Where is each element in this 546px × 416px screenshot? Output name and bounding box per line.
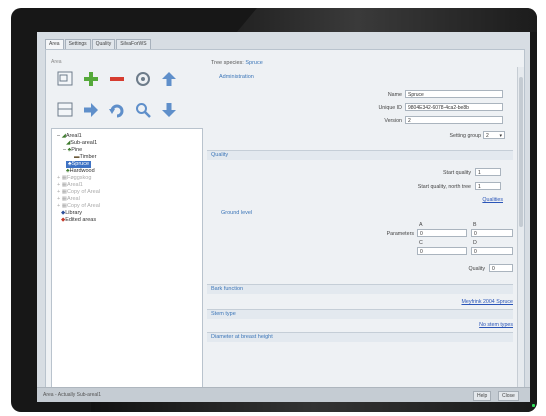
undo-icon[interactable] [107,100,126,119]
stem-type-band [207,309,513,319]
refresh-icon[interactable] [133,69,152,88]
remove-icon[interactable] [107,69,126,88]
col-d-label: D [473,240,477,246]
param-c-field[interactable]: 0 [417,247,467,255]
start-quality-north-field[interactable]: 1 [475,182,501,190]
tree-item-copy-of-areal-2[interactable]: + ▦Copy of Areal [57,203,100,210]
tree-item-hardwood[interactable]: ♣Hardwood [66,168,95,175]
tree-item-pine[interactable]: – ♣Pine [63,147,82,154]
version-label: Version [384,118,402,124]
close-button[interactable]: Close [498,391,519,401]
status-text: Area - Actually Sub-areal1 [43,392,102,398]
chevron-down-icon: ▾ [499,133,502,139]
col-a-label: A [419,222,423,228]
param-d-field[interactable]: 0 [471,247,513,255]
ground-quality-label: Quality [468,266,486,272]
tree-item-library[interactable]: ◆Library [61,210,82,217]
name-field[interactable]: Spruce [405,90,503,98]
start-quality-field[interactable]: 1 [475,168,501,176]
power-led [532,404,535,407]
tab-area[interactable]: Area [45,39,64,49]
parameters-label: Parameters [386,231,414,237]
administration-heading: Administration [219,74,254,80]
monitor-bezel: Area Settings Quality SilvaForWS Area – … [11,8,537,412]
tree-item-copy-of-areal[interactable]: + ▦Copy of Areal [57,189,100,196]
tree-item-timber[interactable]: ▬Timber [74,154,96,161]
stem-type-heading: Stem type [211,311,236,317]
tab-silvaforws[interactable]: SilvaForWS [116,39,151,49]
tree-species-value: Spruce [245,60,263,66]
col-c-label: C [419,240,423,246]
tab-bar: Area Settings Quality SilvaForWS [45,39,152,49]
diameter-heading: Diameter at breast height [211,334,273,340]
tree-item-sub-areal1[interactable]: ◢Sub-areal1 [66,140,97,147]
name-label: Name [387,92,402,98]
param-b-field[interactable]: 0 [471,229,513,237]
param-a-field[interactable]: 0 [417,229,467,237]
qualities-link[interactable]: Qualities [482,197,503,203]
tab-quality[interactable]: Quality [91,39,116,49]
up-arrow-icon[interactable] [159,69,178,88]
unique-id-label: Unique ID [378,105,402,111]
toolbox-label: Area [51,59,62,65]
down-arrow-icon[interactable] [159,100,178,119]
bezel-bottom-reflection [91,402,537,412]
status-bar: Area - Actually Sub-areal1 Help Close [37,387,530,402]
start-quality-north-label: Start quality, north tree [417,184,471,190]
new-area-icon[interactable] [55,69,74,88]
unique-id-field[interactable]: 9804E342-6078-4ca2-be8b [405,103,503,111]
tree-species-label: Tree species: [211,60,244,66]
tree-item-edited-areas[interactable]: ◆Edited areas [61,217,96,224]
ground-level-heading: Ground level [221,210,253,216]
details-panel: Tree species: Spruce Administration Name… [207,58,515,394]
setting-group-select[interactable]: 2 ▾ [483,131,505,139]
quality-band [207,150,513,160]
tree-item-spruce[interactable]: ♣Spruce [66,161,92,168]
tab-settings[interactable]: Settings [64,39,91,49]
tree-item-foggskog[interactable]: + ▦Føggskog [57,175,91,182]
tree-species-header: Tree species: Spruce [211,60,263,66]
area-tree: – ◢Areal1 ◢Sub-areal1 – ♣Pine ▬Timber ♣S… [51,128,203,392]
scrollbar-thumb[interactable] [519,77,523,227]
grid-icon[interactable] [55,100,74,119]
tree-item-areal1-copy[interactable]: + ▦Areal1 [57,182,83,189]
start-quality-label: Start quality [443,170,471,176]
quality-heading: Quality [211,152,229,158]
tree-item-areal[interactable]: + ▦Areal [57,196,80,203]
col-b-label: B [473,222,477,228]
version-field[interactable]: 2 [405,116,503,124]
details-scrollbar[interactable] [517,67,524,387]
right-arrow-icon[interactable] [81,100,100,119]
stem-type-link[interactable]: No stem types [479,322,513,328]
help-button[interactable]: Help [473,391,492,401]
bark-function-link[interactable]: Meyfrink 2004 Spruce [461,299,513,305]
tree-item-areal1[interactable]: – ◢Areal1 [57,133,82,140]
search-icon[interactable] [133,100,152,119]
bezel-reflection [237,8,537,32]
bark-function-band [207,284,513,294]
add-icon[interactable] [81,69,100,88]
bark-function-heading: Bark function [211,286,244,292]
setting-group-label: Setting group [449,133,481,139]
ground-quality-field[interactable]: 0 [489,264,513,272]
app-window: Area Settings Quality SilvaForWS Area – … [37,32,530,402]
